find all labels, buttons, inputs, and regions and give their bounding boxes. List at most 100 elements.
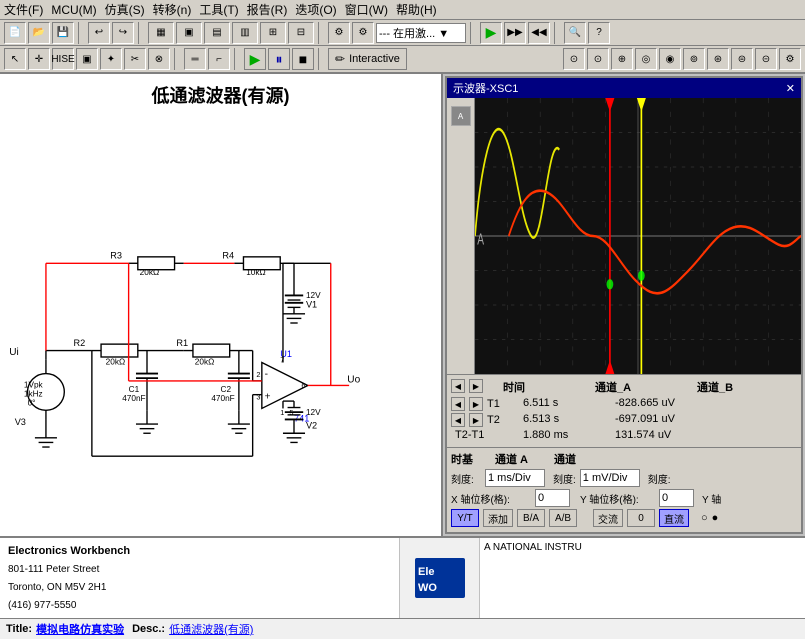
redo-btn[interactable]: ↪ (112, 22, 134, 44)
t2-cha: -697.091 uV (615, 413, 705, 427)
search-btn[interactable]: 🔍 (564, 22, 586, 44)
osc-btn4[interactable]: ◎ (635, 48, 657, 70)
t1-cha: -828.665 uV (615, 397, 705, 411)
misc-btn5[interactable]: ⊗ (148, 48, 170, 70)
osc-btn3[interactable]: ⊕ (611, 48, 633, 70)
menu-mcu[interactable]: MCU(M) (51, 3, 96, 17)
sim-config2[interactable]: ⚙ (352, 22, 374, 44)
osc-btn9[interactable]: ⊝ (755, 48, 777, 70)
comp-btn1[interactable]: ▦ (148, 22, 174, 44)
new-btn[interactable]: 📄 (4, 22, 26, 44)
osc-controls: 时基 通道 A 通道 刻度: 刻度: 刻度: X 轴位移(格): (447, 447, 801, 532)
stop-button[interactable]: ■ (292, 48, 314, 70)
cross-btn[interactable]: ✛ (28, 48, 50, 70)
chA-ctrl-label: 通道 A (495, 451, 550, 467)
desc-value: 低通滤波器(有源) (169, 621, 253, 637)
osc-btn10[interactable]: ⚙ (779, 48, 801, 70)
svg-text:WO: WO (418, 582, 437, 594)
menu-report[interactable]: 报告(R) (247, 1, 288, 18)
run-btn[interactable]: ▶ (480, 22, 502, 44)
svg-text:U1: U1 (280, 349, 292, 359)
title-row: Title: 模拟电路仿真实验 Desc.: 低通滤波器(有源) (0, 618, 805, 639)
menu-sim[interactable]: 仿真(S) (105, 1, 145, 18)
interactive-button[interactable]: ✏ Interactive (328, 48, 407, 70)
ac-button[interactable]: 交流 (593, 509, 623, 527)
fast-btn[interactable]: ▶▶ (504, 22, 526, 44)
t1-arrow-left[interactable]: ◀ (451, 397, 465, 411)
osc-btn1[interactable]: ⊙ (563, 48, 585, 70)
help-btn[interactable]: ? (588, 22, 610, 44)
t2-arrow-right[interactable]: ▶ (469, 413, 483, 427)
sep3 (318, 22, 324, 44)
probe-indicator: A (451, 106, 471, 126)
play-button[interactable]: ▶ (244, 48, 266, 70)
oscilloscope-window: 示波器-XSC1 ✕ A (445, 76, 803, 534)
t2t1-time: 1.880 ms (523, 429, 603, 441)
menu-window[interactable]: 窗口(W) (345, 1, 388, 18)
osc-btn7[interactable]: ⊛ (707, 48, 729, 70)
comp-btn5[interactable]: ⊞ (260, 22, 286, 44)
sim-config[interactable]: ⚙ (328, 22, 350, 44)
menu-transfer[interactable]: 转移(n) (153, 1, 192, 18)
svg-text:Ele: Ele (418, 566, 435, 578)
arrow-right[interactable]: ▶ (469, 379, 483, 393)
svg-text:1kHz: 1kHz (24, 390, 43, 399)
osc-btn8[interactable]: ⊜ (731, 48, 753, 70)
t1-arrow-right[interactable]: ▶ (469, 397, 483, 411)
comp-btn4[interactable]: ▥ (232, 22, 258, 44)
misc-btn1[interactable]: HISE (52, 48, 74, 70)
menu-help[interactable]: 帮助(H) (396, 1, 437, 18)
osc-measurements: ◀ ▶ 时间 通道_A 通道_B ◀ ▶ T1 6.511 s -828.665… (447, 374, 801, 447)
misc-btn3[interactable]: ✦ (100, 48, 122, 70)
svg-text:V3: V3 (15, 417, 26, 427)
svg-text:R1: R1 (176, 338, 188, 348)
osc-close[interactable]: ✕ (786, 82, 795, 95)
radio-dc[interactable]: ● (712, 512, 719, 524)
main-area: 低通滤波器(有源) 1Vpk 1kHz 0° V3 Ui (0, 74, 805, 536)
radio-ac[interactable]: ○ (701, 512, 708, 524)
misc-btn4[interactable]: ✂ (124, 48, 146, 70)
svg-text:-: - (265, 369, 268, 380)
pause-button[interactable]: ⏸ (268, 48, 290, 70)
t2-arrow-left[interactable]: ◀ (451, 413, 465, 427)
add-button[interactable]: 添加 (483, 509, 513, 527)
misc-btn2[interactable]: ▣ (76, 48, 98, 70)
svg-text:R4: R4 (222, 251, 234, 261)
chA-scale-input[interactable] (580, 469, 640, 487)
menu-options[interactable]: 迭项(O) (295, 1, 336, 18)
svg-text:10kΩ: 10kΩ (246, 268, 265, 277)
ba-button[interactable]: B/A (517, 509, 545, 527)
arrow-left[interactable]: ◀ (451, 379, 465, 393)
timebase-input[interactable] (485, 469, 545, 487)
misc-btn7[interactable]: ⌐ (208, 48, 230, 70)
comp-btn3[interactable]: ▤ (204, 22, 230, 44)
osc-btn6[interactable]: ⊚ (683, 48, 705, 70)
x-offset-input[interactable] (535, 489, 570, 507)
svg-text:12V: 12V (306, 291, 321, 300)
comp-btn2[interactable]: ▣ (176, 22, 202, 44)
sim-dropdown[interactable]: --- 在用激... ▼ (376, 23, 466, 43)
open-btn[interactable]: 📂 (28, 22, 50, 44)
menu-tools[interactable]: 工具(T) (199, 1, 238, 18)
rewind-btn[interactable]: ◀◀ (528, 22, 550, 44)
osc-title: 示波器-XSC1 (453, 80, 518, 96)
zero-button[interactable]: 0 (627, 509, 655, 527)
pointer-btn[interactable]: ↖ (4, 48, 26, 70)
svg-text:V2: V2 (306, 421, 317, 431)
cha-header: 通道_A (595, 379, 685, 395)
yt-button[interactable]: Y/T (451, 509, 479, 527)
osc-btn5[interactable]: ◉ (659, 48, 681, 70)
comp-btn6[interactable]: ⊟ (288, 22, 314, 44)
sep5 (554, 22, 560, 44)
meas-header-blank: ◀ ▶ (451, 379, 491, 395)
svg-text:20kΩ: 20kΩ (195, 357, 214, 366)
undo-btn[interactable]: ↩ (88, 22, 110, 44)
y-offset-input[interactable] (659, 489, 694, 507)
menu-file[interactable]: 文件(F) (4, 1, 43, 18)
misc-btn6[interactable]: ═ (184, 48, 206, 70)
save-btn[interactable]: 💾 (52, 22, 74, 44)
ab-button[interactable]: A/B (549, 509, 577, 527)
osc-btn2[interactable]: ⊙ (587, 48, 609, 70)
svg-text:20kΩ: 20kΩ (106, 357, 125, 366)
dc-button[interactable]: 直流 (659, 509, 689, 527)
